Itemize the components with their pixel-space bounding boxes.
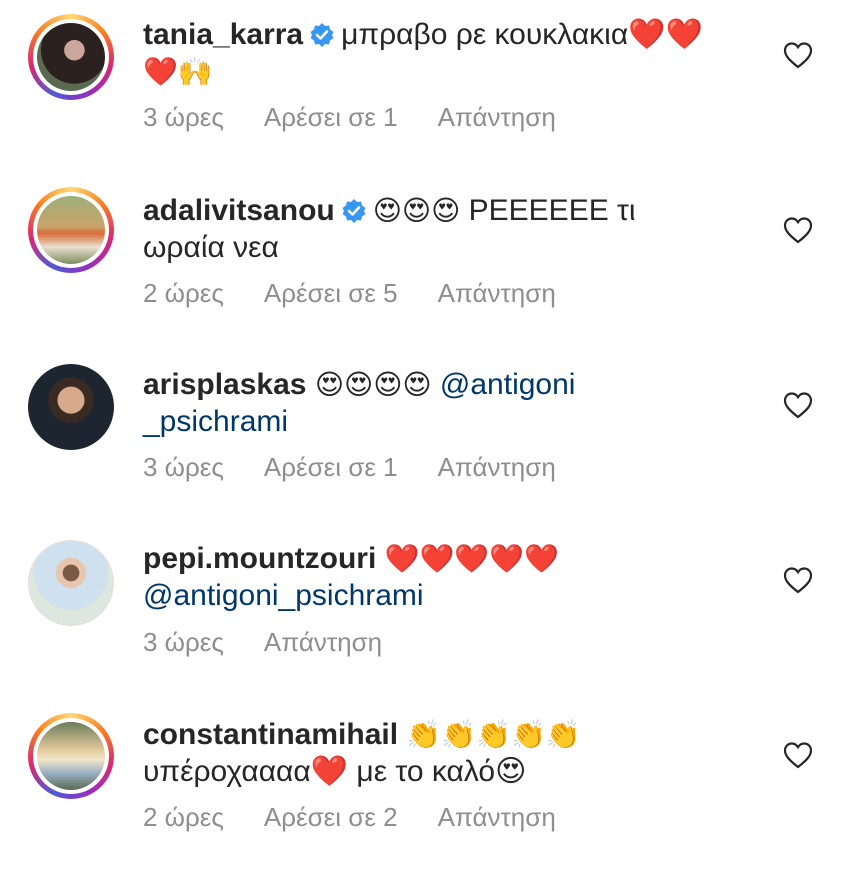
comment-text: ΡΕΕΕΕΕΕ τι bbox=[468, 194, 636, 227]
like-heart-icon[interactable] bbox=[783, 391, 813, 419]
comment-emoji: 😍😍😍😍 bbox=[314, 368, 432, 401]
username[interactable]: pepi.mountzouri bbox=[143, 542, 376, 575]
reply-button[interactable]: Απάντηση bbox=[438, 802, 556, 833]
comment-body: tania_karra μπραβο ρε κουκλακια❤️❤️ ❤️🙌 bbox=[143, 16, 743, 90]
comment-body: arisplaskas 😍😍😍😍 @antigoni _psichrami bbox=[143, 366, 743, 440]
comment-time: 3 ώρες bbox=[143, 627, 224, 657]
comment-meta: 3 ώρες Αρέσει σε 1 Απάντηση bbox=[143, 452, 596, 483]
comment-emoji: 😍😍😍 bbox=[372, 194, 461, 227]
comment-text: υπέροχαααα❤️ με το καλό😍 bbox=[143, 755, 527, 788]
reply-button[interactable]: Απάντηση bbox=[438, 102, 556, 133]
verified-badge-icon bbox=[310, 23, 334, 47]
username[interactable]: tania_karra bbox=[143, 18, 303, 51]
comment-meta: 3 ώρες Αρέσει σε 1 Απάντηση bbox=[143, 102, 596, 133]
like-heart-icon[interactable] bbox=[783, 741, 813, 769]
avatar[interactable] bbox=[28, 14, 114, 100]
comment-emoji: ❤️🙌 bbox=[143, 55, 213, 88]
reply-button[interactable]: Απάντηση bbox=[438, 278, 556, 309]
reply-button[interactable]: Απάντηση bbox=[438, 452, 556, 483]
like-heart-icon[interactable] bbox=[783, 216, 813, 244]
like-heart-icon[interactable] bbox=[783, 41, 813, 69]
reply-button[interactable]: Απάντηση bbox=[264, 627, 382, 658]
username[interactable]: adalivitsanou bbox=[143, 194, 335, 227]
comment-body: constantinamihail 👏👏👏👏👏 υπέροχαααα❤️ με … bbox=[143, 716, 743, 790]
username[interactable]: constantinamihail bbox=[143, 718, 398, 751]
comment-time: 2 ώρες bbox=[143, 278, 224, 308]
comment-time: 3 ώρες bbox=[143, 102, 224, 132]
comment-time: 2 ώρες bbox=[143, 802, 224, 832]
avatar[interactable] bbox=[28, 364, 114, 450]
likes-count-link[interactable]: Αρέσει σε 1 bbox=[264, 102, 398, 133]
comment-body: adalivitsanou 😍😍😍 ΡΕΕΕΕΕΕ τι ωραία νεα bbox=[143, 192, 743, 266]
avatar[interactable] bbox=[28, 187, 114, 273]
mention-link[interactable]: @antigoni bbox=[440, 368, 576, 401]
comment-body: pepi.mountzouri ❤️❤️❤️❤️❤️ @antigoni_psi… bbox=[143, 540, 743, 614]
comment-text: ωραία νεα bbox=[143, 231, 279, 264]
like-heart-icon[interactable] bbox=[783, 566, 813, 594]
comment-meta: 3 ώρες Απάντηση bbox=[143, 627, 422, 658]
comment-text: μπραβο ρε κουκλακια❤️❤️ bbox=[341, 18, 703, 51]
comment-meta: 2 ώρες Αρέσει σε 2 Απάντηση bbox=[143, 802, 596, 833]
avatar[interactable] bbox=[28, 540, 114, 626]
comment-meta: 2 ώρες Αρέσει σε 5 Απάντηση bbox=[143, 278, 596, 309]
comment-emoji: 👏👏👏👏👏 bbox=[406, 718, 581, 751]
verified-badge-icon bbox=[342, 199, 366, 223]
likes-count-link[interactable]: Αρέσει σε 1 bbox=[264, 452, 398, 483]
username[interactable]: arisplaskas bbox=[143, 368, 306, 401]
comment-time: 3 ώρες bbox=[143, 452, 224, 482]
likes-count-link[interactable]: Αρέσει σε 2 bbox=[264, 802, 398, 833]
mention-link[interactable]: _psichrami bbox=[143, 405, 288, 438]
likes-count-link[interactable]: Αρέσει σε 5 bbox=[264, 278, 398, 309]
mention-link[interactable]: @antigoni_psichrami bbox=[143, 579, 424, 612]
comment-emoji: ❤️❤️❤️❤️❤️ bbox=[384, 542, 559, 575]
avatar[interactable] bbox=[28, 713, 114, 799]
